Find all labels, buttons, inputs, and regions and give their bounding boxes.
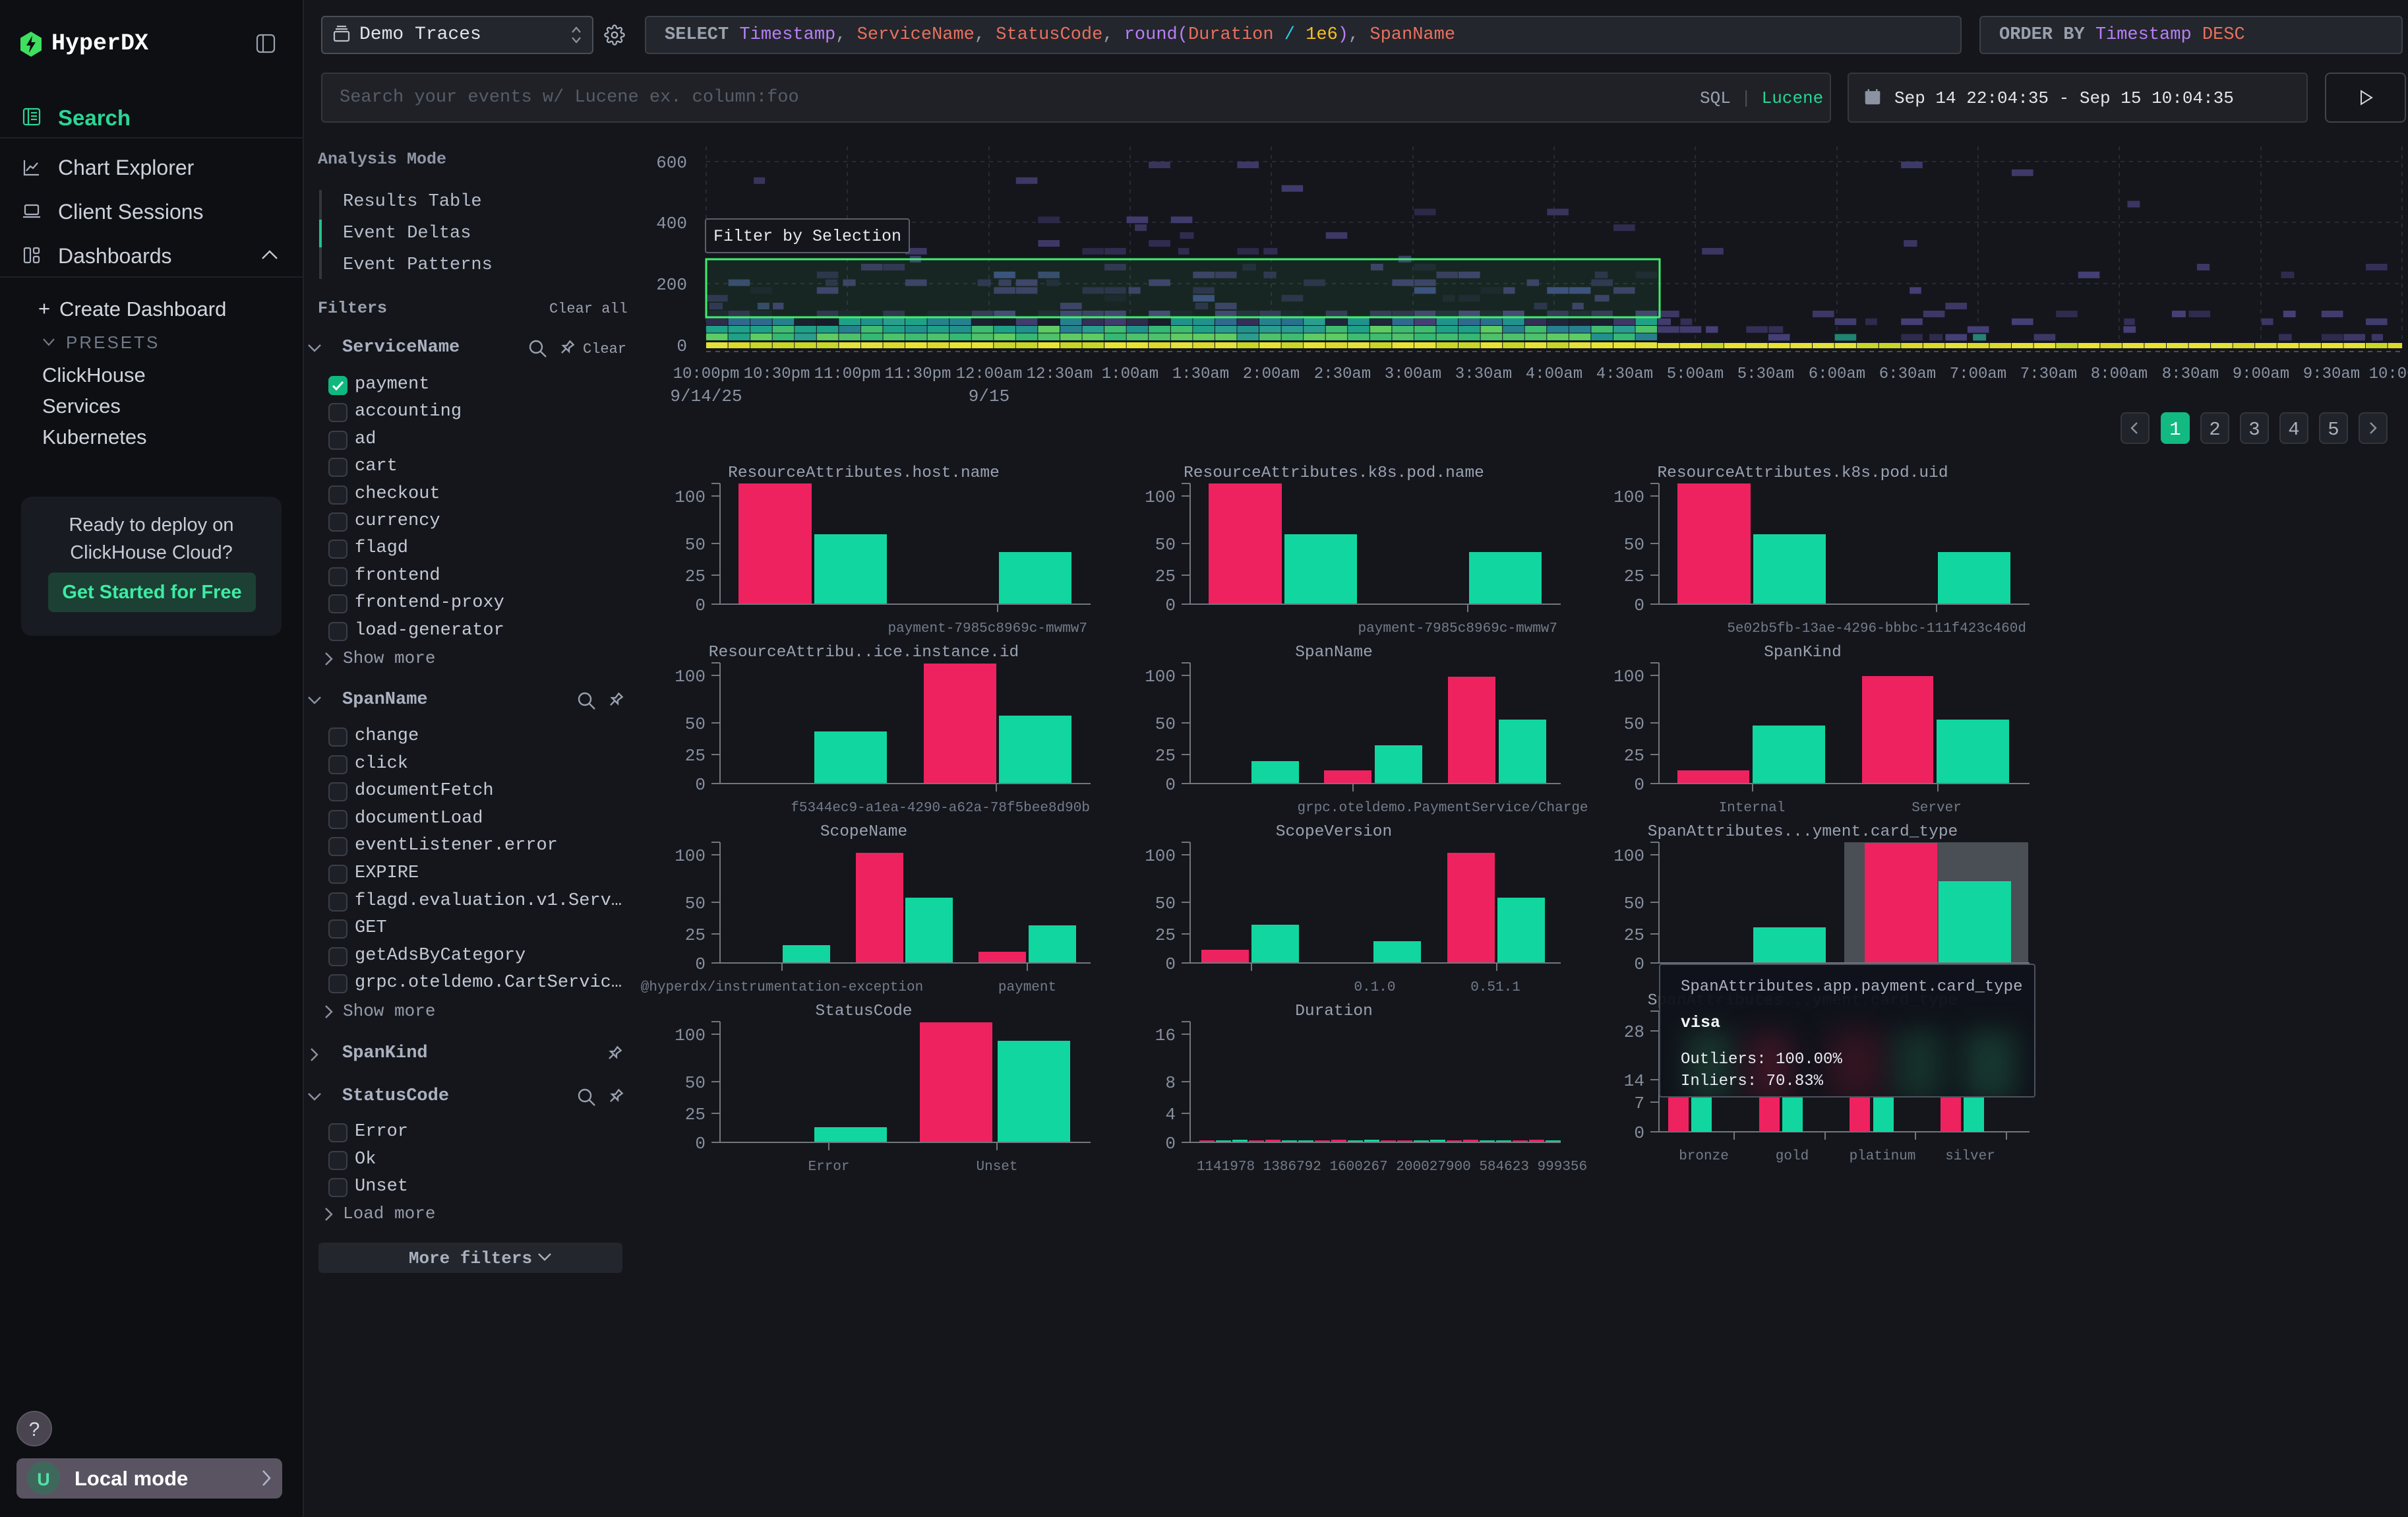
svg-text:Duration: Duration — [1295, 1003, 1373, 1020]
svg-text:0: 0 — [1634, 1123, 1644, 1143]
svg-text:0.51.1: 0.51.1 — [1470, 980, 1520, 995]
svg-text:0: 0 — [1165, 954, 1176, 974]
svg-text:0: 0 — [695, 775, 706, 795]
svg-text:50: 50 — [1624, 894, 1644, 913]
svg-text:@hyperdx/instrumentation-excep: @hyperdx/instrumentation-exception — [641, 980, 923, 995]
svg-text:100: 100 — [675, 487, 706, 507]
svg-text:25: 25 — [1155, 925, 1176, 945]
svg-text:ScopeName: ScopeName — [820, 823, 907, 841]
svg-text:payment: payment — [998, 980, 1056, 995]
svg-text:ResourceAttribu..ice.instance.: ResourceAttribu..ice.instance.id — [709, 644, 1019, 662]
svg-text:ResourceAttributes.host.name: ResourceAttributes.host.name — [728, 464, 1000, 482]
svg-text:silver: silver — [1945, 1149, 1995, 1164]
svg-text:0: 0 — [1634, 954, 1644, 974]
svg-text:50: 50 — [685, 535, 706, 555]
svg-text:100: 100 — [1613, 846, 1644, 866]
svg-text:0: 0 — [1634, 596, 1644, 615]
svg-text:7: 7 — [1634, 1094, 1644, 1113]
svg-text:0.1.0: 0.1.0 — [1354, 980, 1395, 995]
svg-text:14: 14 — [1624, 1071, 1644, 1091]
svg-text:1141978 1386792 1600267 200027: 1141978 1386792 1600267 200027900 584623… — [1197, 1160, 1587, 1175]
svg-text:0: 0 — [695, 596, 706, 615]
svg-text:50: 50 — [1624, 714, 1644, 734]
svg-text:payment-7985c8969c-mwmw7: payment-7985c8969c-mwmw7 — [1358, 621, 1557, 636]
svg-text:25: 25 — [1155, 567, 1176, 586]
svg-text:100: 100 — [675, 846, 706, 866]
svg-text:ScopeVersion: ScopeVersion — [1276, 823, 1392, 841]
svg-text:ResourceAttributes.k8s.pod.nam: ResourceAttributes.k8s.pod.name — [1184, 464, 1484, 482]
svg-text:50: 50 — [685, 714, 706, 734]
svg-text:0: 0 — [1634, 775, 1644, 795]
svg-text:Error: Error — [808, 1160, 849, 1175]
svg-text:100: 100 — [675, 667, 706, 687]
svg-text:100: 100 — [1613, 667, 1644, 687]
svg-text:25: 25 — [1155, 746, 1176, 766]
svg-text:100: 100 — [1145, 667, 1176, 687]
svg-text:50: 50 — [1155, 714, 1176, 734]
svg-text:100: 100 — [1613, 487, 1644, 507]
svg-text:50: 50 — [1624, 535, 1644, 555]
svg-text:grpc.oteldemo.PaymentService/C: grpc.oteldemo.PaymentService/Charge — [1297, 801, 1588, 816]
svg-text:25: 25 — [1624, 567, 1644, 586]
svg-text:bronze: bronze — [1679, 1149, 1729, 1164]
svg-text:28: 28 — [1624, 1022, 1644, 1042]
svg-text:25: 25 — [685, 925, 706, 945]
svg-text:25: 25 — [685, 746, 706, 766]
svg-text:ResourceAttributes.k8s.pod.uid: ResourceAttributes.k8s.pod.uid — [1657, 464, 1948, 482]
svg-text:25: 25 — [1624, 746, 1644, 766]
svg-text:25: 25 — [1624, 925, 1644, 945]
svg-text:50: 50 — [1155, 535, 1176, 555]
svg-text:SpanKind: SpanKind — [1764, 644, 1842, 662]
svg-text:0: 0 — [695, 1134, 706, 1154]
svg-text:payment-7985c8969c-mwmw7: payment-7985c8969c-mwmw7 — [888, 621, 1087, 636]
svg-text:5e02b5fb-13ae-4296-bbbc-111f42: 5e02b5fb-13ae-4296-bbbc-111f423c460d — [1727, 621, 2026, 636]
svg-text:0: 0 — [1165, 596, 1176, 615]
svg-text:100: 100 — [675, 1026, 706, 1045]
svg-text:50: 50 — [1155, 894, 1176, 913]
svg-text:gold: gold — [1776, 1149, 1809, 1164]
svg-text:platinum: platinum — [1850, 1149, 1916, 1164]
svg-text:50: 50 — [685, 894, 706, 913]
svg-text:Server: Server — [1911, 801, 1962, 816]
svg-text:25: 25 — [685, 1105, 706, 1125]
svg-text:50: 50 — [685, 1073, 706, 1093]
svg-text:100: 100 — [1145, 487, 1176, 507]
svg-text:SpanName: SpanName — [1295, 644, 1373, 662]
svg-text:16: 16 — [1155, 1026, 1176, 1045]
svg-text:100: 100 — [1145, 846, 1176, 866]
svg-text:0: 0 — [695, 954, 706, 974]
svg-text:8: 8 — [1165, 1073, 1176, 1093]
svg-text:0: 0 — [1165, 775, 1176, 795]
svg-text:StatusCode: StatusCode — [815, 1003, 912, 1020]
svg-text:Unset: Unset — [976, 1160, 1017, 1175]
svg-text:0: 0 — [1165, 1134, 1176, 1154]
svg-text:f5344ec9-a1ea-4290-a62a-78f5be: f5344ec9-a1ea-4290-a62a-78f5bee8d90b — [791, 801, 1090, 816]
svg-text:25: 25 — [685, 567, 706, 586]
svg-text:SpanAttributes...yment.card_ty: SpanAttributes...yment.card_type — [1648, 823, 1958, 841]
svg-text:Internal: Internal — [1719, 801, 1786, 816]
svg-text:4: 4 — [1165, 1105, 1176, 1125]
